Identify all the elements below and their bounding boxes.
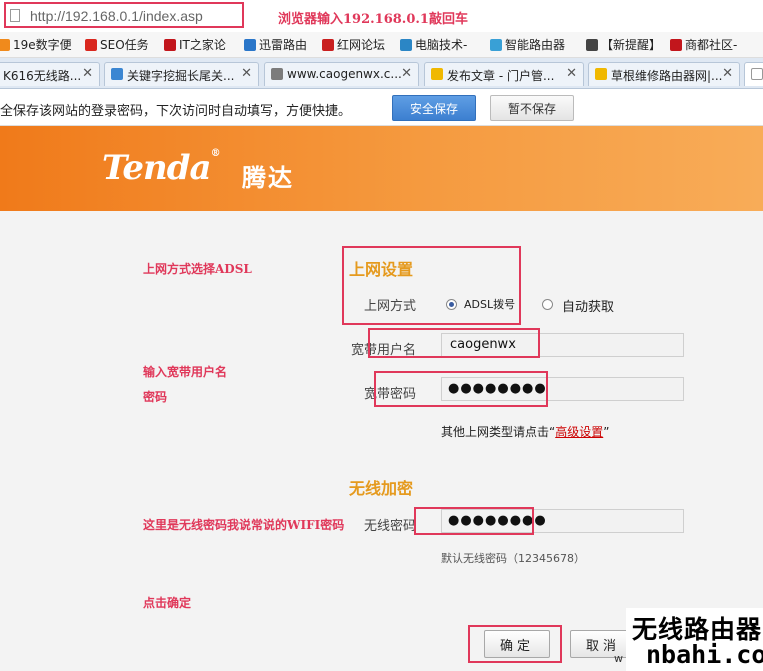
tab-item[interactable]: 草根维修路由器网|... ✕ (588, 62, 740, 86)
tab-item[interactable]: 关键字挖掘长尾关... ✕ (104, 62, 259, 86)
address-bar[interactable]: http://192.168.0.1/index.asp (4, 2, 244, 28)
thunder-icon (244, 39, 256, 51)
seo-icon (85, 39, 97, 51)
close-icon[interactable]: ✕ (401, 66, 412, 81)
tab-item[interactable]: K616无线路... ✕ (0, 62, 100, 86)
new-tab[interactable] (744, 62, 763, 86)
address-bar-row: http://192.168.0.1/index.asp 浏览器输入192.16… (0, 0, 763, 33)
advanced-hint: 其他上网类型请点击“高级设置” (441, 425, 610, 439)
it-icon (164, 39, 176, 51)
radio-adsl-label: ADSL拨号 (464, 298, 516, 311)
shop-icon (670, 39, 682, 51)
mode-label: 上网方式 (364, 299, 417, 314)
bookmarks-bar: 19e数字便 SEO任务 IT之家论 迅雷路由 红网论坛 电脑技术- 智能路由器… (0, 32, 763, 58)
bookmark-item[interactable]: 电脑技术- (400, 36, 467, 53)
password-prompt-bar: 全保存该网站的登录密码，下次访问时自动填写，方便快捷。 安全保存 暂不保存 (0, 89, 763, 126)
router-icon (490, 39, 502, 51)
message-icon (595, 68, 607, 80)
annotation-confirm: 点击确定 (143, 596, 192, 610)
tab-strip: K616无线路... ✕ 关键字挖掘长尾关... ✕ www.caogenwx.… (0, 58, 763, 89)
globe-icon (0, 39, 10, 51)
page-icon (751, 68, 763, 80)
brand-cn: 腾达 (242, 164, 294, 192)
watermark-en: nbahi.com (646, 640, 763, 669)
highlight-box (414, 507, 534, 535)
annotation-wifi: 这里是无线密码我说常说的WIFI密码 (143, 518, 345, 532)
save-password-button[interactable]: 安全保存 (392, 95, 476, 121)
bookmark-item[interactable]: IT之家论 (164, 36, 226, 53)
highlight-box (368, 328, 540, 358)
default-wifi-hint: 默认无线密码（12345678） (441, 552, 585, 565)
close-icon[interactable]: ✕ (566, 66, 577, 81)
bookmark-item[interactable]: 商都社区- (670, 36, 737, 53)
no-save-button[interactable]: 暂不保存 (490, 95, 574, 121)
bookmark-item[interactable]: 智能路由器 (490, 36, 565, 53)
url-text[interactable]: http://192.168.0.1/index.asp (30, 8, 203, 24)
tab-item[interactable]: 发布文章 - 门户管... ✕ (424, 62, 584, 86)
message-icon (431, 68, 443, 80)
forum-icon (322, 39, 334, 51)
bookmark-item[interactable]: 红网论坛 (322, 36, 385, 53)
page-icon (111, 68, 123, 80)
bell-icon (586, 39, 598, 51)
header-banner: Tenda® 腾达 (0, 126, 763, 211)
highlight-box (468, 625, 562, 663)
close-icon[interactable]: ✕ (82, 66, 93, 81)
bookmark-item[interactable]: 迅雷路由 (244, 36, 307, 53)
gear-icon (400, 39, 412, 51)
watermark-small: w (614, 652, 623, 665)
radio-auto-label: 自动获取 (562, 300, 615, 315)
bookmark-item[interactable]: SEO任务 (85, 36, 149, 53)
address-annotation: 浏览器输入192.168.0.1敲回车 (278, 12, 468, 27)
bookmark-item[interactable]: 19e数字便 (0, 36, 72, 53)
radio-auto[interactable] (542, 299, 553, 310)
tenda-logo: Tenda® (102, 148, 221, 188)
radio-adsl[interactable] (446, 299, 457, 310)
wifi-password-label: 无线密码 (364, 519, 417, 534)
page-icon (10, 9, 20, 22)
close-icon[interactable]: ✕ (722, 66, 733, 81)
password-prompt-text: 全保存该网站的登录密码，下次访问时自动填写，方便快捷。 (0, 104, 352, 119)
wireless-section-title: 无线加密 (349, 479, 414, 498)
annotation-adsl: 上网方式选择ADSL (143, 262, 252, 276)
advanced-settings-link[interactable]: 高级设置 (555, 425, 603, 439)
watermark: 无线路由器 w nbahi.com (614, 608, 763, 671)
page-icon (271, 68, 283, 80)
tab-item[interactable]: www.caogenwx.c... ✕ (264, 62, 419, 86)
annotation-password: 密码 (143, 390, 168, 404)
annotation-username: 输入宽带用户名 (143, 365, 228, 379)
bookmark-item[interactable]: 【新提醒】 (586, 36, 661, 53)
close-icon[interactable]: ✕ (241, 66, 252, 81)
highlight-box (374, 371, 548, 407)
